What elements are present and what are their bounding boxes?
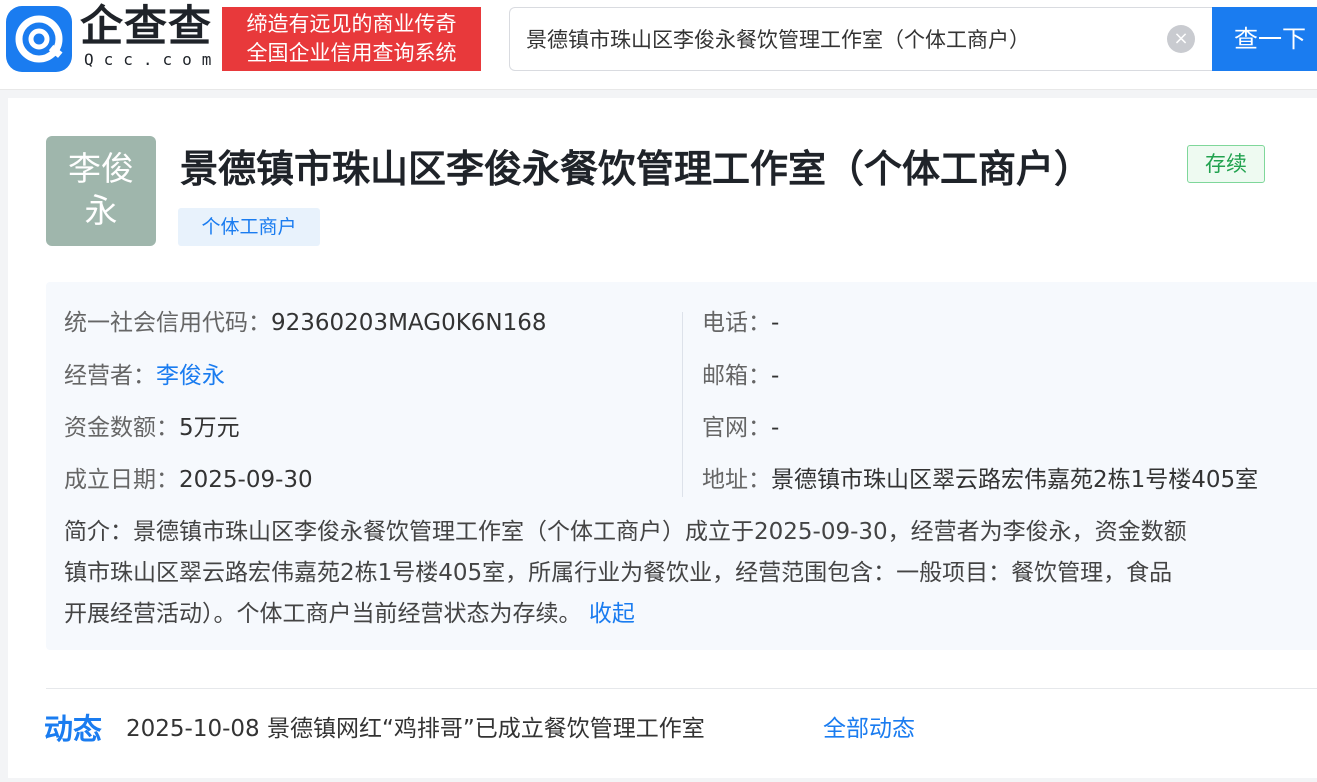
credit-code-label: 统一社会信用代码： xyxy=(64,310,271,336)
founded-row: 成立日期：2025-09-30 xyxy=(64,465,313,495)
avatar-line1: 李俊 xyxy=(68,149,134,188)
logo-name[interactable]: 企查查 xyxy=(80,2,212,52)
founded-label: 成立日期： xyxy=(64,467,179,493)
all-news-link[interactable]: 全部动态 xyxy=(823,712,915,746)
collapse-link[interactable]: 收起 xyxy=(589,601,635,627)
avatar-line2: 永 xyxy=(84,191,118,230)
credit-code-row: 统一社会信用代码：92360203MAG0K6N168 xyxy=(64,308,547,338)
top-header: 企查查 Qcc.com 缔造有远见的商业传奇 全国企业信用查询系统 × 查一下 xyxy=(0,0,1317,90)
capital-label: 资金数额： xyxy=(64,415,179,441)
phone-row: 电话：- xyxy=(702,308,779,338)
company-name: 景德镇市珠山区李俊永餐饮管理工作室（个体工商户） xyxy=(180,147,1093,191)
clear-icon[interactable]: × xyxy=(1167,25,1195,53)
intro-line3: 开展经营活动）。个体工商户当前经营状态为存续。 xyxy=(64,601,582,627)
info-panel: 统一社会信用代码：92360203MAG0K6N168 经营者：李俊永 资金数额… xyxy=(46,282,1317,650)
founded-value: 2025-09-30 xyxy=(179,467,313,493)
website-label: 官网： xyxy=(702,415,771,441)
credit-code-value[interactable]: 92360203MAG0K6N168 xyxy=(271,310,547,336)
company-avatar: 李俊 永 xyxy=(46,136,156,246)
operator-row: 经营者：李俊永 xyxy=(64,361,225,391)
slogan-line2: 全国企业信用查询系统 xyxy=(246,41,457,65)
search-box: × xyxy=(509,7,1213,71)
slogan-banner: 缔造有远见的商业传奇 全国企业信用查询系统 xyxy=(222,7,481,71)
news-item[interactable]: 2025-10-08 景德镇网红“鸡排哥”已成立餐饮管理工作室 xyxy=(126,712,705,746)
address-row: 地址：景德镇市珠山区翠云路宏伟嘉苑2栋1号楼405室 xyxy=(702,465,1258,495)
company-card: 李俊 永 景德镇市珠山区李俊永餐饮管理工作室（个体工商户） 存续 个体工商户 统… xyxy=(8,98,1317,778)
address-value[interactable]: 景德镇市珠山区翠云路宏伟嘉苑2栋1号楼405室 xyxy=(771,467,1258,493)
news-title: 动态 xyxy=(44,712,103,746)
address-label: 地址： xyxy=(702,467,771,493)
intro-line2: 镇市珠山区翠云路宏伟嘉苑2栋1号楼405室，所属行业为餐饮业，经营范围包含：一般… xyxy=(64,560,1173,586)
search-input[interactable] xyxy=(526,8,1156,70)
phone-label: 电话： xyxy=(702,310,771,336)
website-row: 官网：- xyxy=(702,413,779,443)
slogan-line1: 缔造有远见的商业传奇 xyxy=(246,12,457,36)
qcc-logo-icon[interactable] xyxy=(6,6,72,72)
operator-label: 经营者： xyxy=(64,363,156,389)
company-type-tag[interactable]: 个体工商户 xyxy=(178,208,320,246)
operator-link[interactable]: 李俊永 xyxy=(156,363,225,389)
email-label: 邮箱： xyxy=(702,363,771,389)
company-intro: 简介：景德镇市珠山区李俊永餐饮管理工作室（个体工商户）成立于2025-09-30… xyxy=(64,512,1317,632)
info-divider xyxy=(682,312,683,497)
phone-value: - xyxy=(771,310,780,336)
search-button[interactable]: 查一下 xyxy=(1212,7,1317,71)
intro-line3-wrap: 开展经营活动）。个体工商户当前经营状态为存续。 收起 xyxy=(64,594,1317,632)
email-row: 邮箱：- xyxy=(702,361,779,391)
intro-line1: 简介：景德镇市珠山区李俊永餐饮管理工作室（个体工商户）成立于2025-09-30… xyxy=(64,519,1187,545)
section-divider xyxy=(46,688,1317,689)
status-badge: 存续 xyxy=(1187,145,1265,183)
capital-value: 5万元 xyxy=(179,415,240,441)
email-value: - xyxy=(771,363,780,389)
website-value: - xyxy=(771,415,780,441)
capital-row: 资金数额：5万元 xyxy=(64,413,240,443)
logo-domain: Qcc.com xyxy=(84,50,222,69)
